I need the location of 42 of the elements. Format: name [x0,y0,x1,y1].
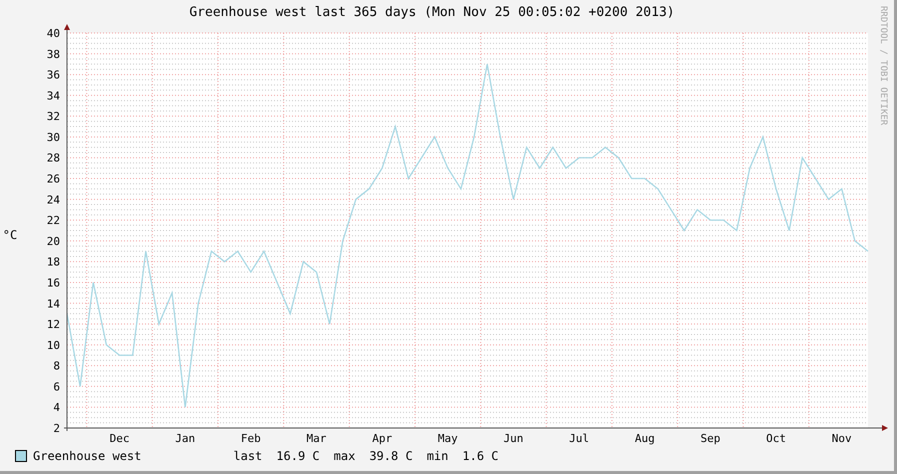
stat-label: max [334,449,356,463]
stat-label: last [233,449,262,463]
y-tick-label: 20 [46,234,60,248]
stat-value: 39.8 C [369,449,413,463]
stat-value: 16.9 C [276,449,320,463]
legend-swatch [15,450,27,462]
y-tick-label: 18 [46,256,60,269]
x-tick-label: Jan [175,432,196,445]
y-tick-label: 16 [46,276,60,290]
y-tick-label: 12 [46,318,60,332]
y-tick-label: 14 [46,297,60,310]
x-tick-label: Feb [240,432,261,445]
x-tick-label: Jul [569,432,590,445]
y-tick-label: 26 [46,172,60,186]
x-tick-label: Dec [110,432,130,445]
y-tick-label: 24 [46,193,60,206]
y-tick-label: 10 [46,338,60,352]
x-tick-label: Mar [306,432,326,445]
y-tick-label: 22 [46,214,60,228]
x-tick-label: May [438,432,458,445]
stat-label: min [426,449,448,463]
y-tick-label: 28 [46,152,60,165]
x-tick-label: Sep [700,432,720,445]
x-tick-label: Jun [504,432,524,445]
y-tick-label: 40 [46,27,60,40]
stat-value: 1.6 C [462,449,498,463]
x-tick-label: Aug [634,432,655,445]
y-tick-label: 6 [53,380,60,394]
y-tick-label: 36 [46,68,60,82]
y-tick-label: 4 [53,401,60,414]
credit-text: RRDTOOL / TOBI OETIKER [878,6,888,126]
x-tick-label: Oct [766,432,786,445]
y-tick-label: 30 [46,130,60,144]
y-tick-label: 34 [46,89,60,102]
y-axis-label: °C [2,228,18,242]
y-tick-label: 38 [46,48,60,61]
y-tick-label: 2 [53,422,60,435]
x-tick-label: Apr [372,432,392,445]
x-tick-label: Nov [832,432,852,445]
y-tick-label: 8 [53,360,60,373]
legend-label: Greenhouse west [33,449,142,463]
y-tick-label: 32 [46,110,60,124]
